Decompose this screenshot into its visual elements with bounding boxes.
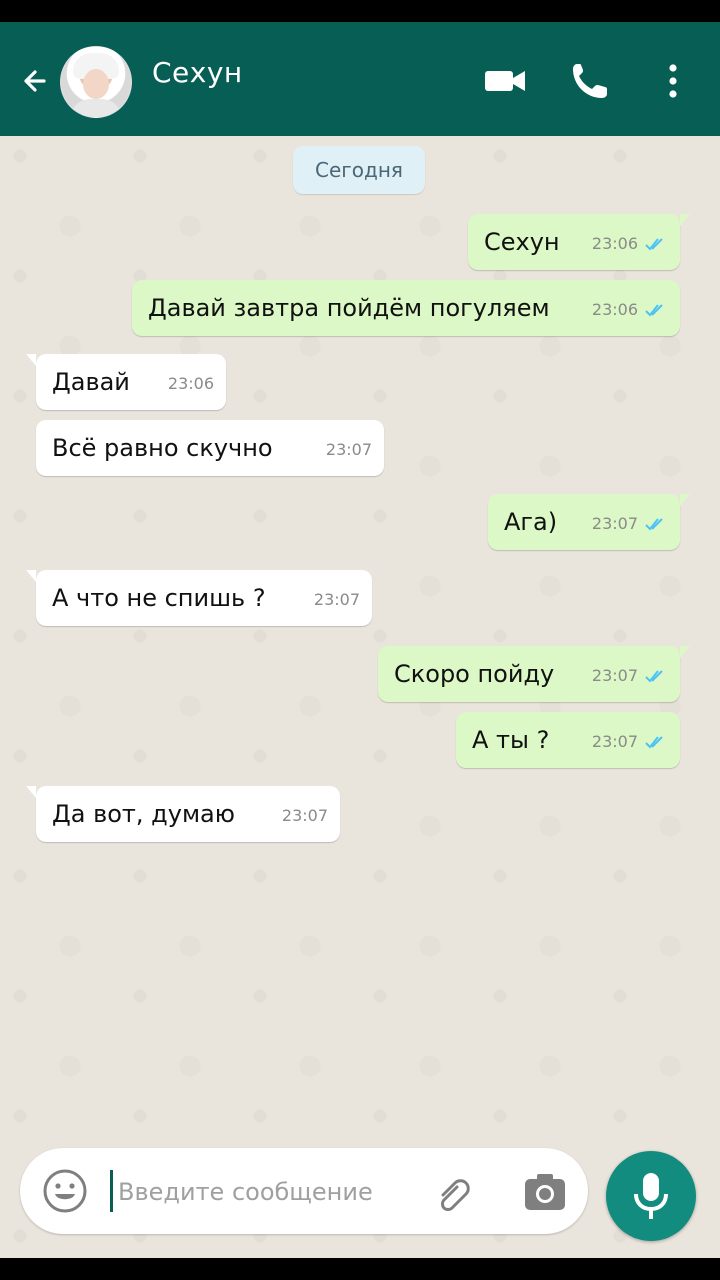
bubble-tail	[26, 570, 36, 582]
emoji-icon[interactable]	[40, 1166, 90, 1216]
phone-icon[interactable]	[567, 58, 613, 104]
mic-button[interactable]	[606, 1151, 696, 1241]
message-meta: 23:06	[592, 300, 668, 319]
message-bubble-outgoing[interactable]: Ага) 23:07	[488, 494, 690, 550]
navigation-bar	[0, 1258, 720, 1280]
message-bubble-outgoing[interactable]: А ты ? 23:07	[456, 712, 680, 768]
bubble-tail	[680, 494, 690, 506]
message-composer	[20, 1148, 588, 1234]
message-bubble-outgoing[interactable]: Скоро пойду 23:07	[378, 646, 690, 702]
message-meta: 23:06	[592, 234, 668, 253]
message-meta: 23:07	[592, 666, 668, 685]
video-call-icon[interactable]	[482, 58, 528, 104]
double-check-icon	[645, 735, 663, 748]
message-time: 23:07	[591, 666, 638, 685]
bubble-tail	[26, 786, 36, 798]
mic-icon	[634, 1173, 668, 1219]
double-check-icon	[645, 669, 663, 682]
contact-name[interactable]: Сехун	[152, 56, 243, 89]
chat-header: Сехун	[0, 22, 720, 136]
paperclip-icon[interactable]	[430, 1170, 476, 1216]
message-time: 23:07	[591, 514, 638, 533]
back-arrow-icon[interactable]	[16, 62, 54, 100]
message-time: 23:07	[325, 440, 372, 459]
message-text: Сехун	[484, 228, 560, 256]
message-time: 23:07	[591, 732, 638, 751]
message-meta: 23:07	[314, 590, 360, 609]
message-bubble-incoming[interactable]: Давай 23:06	[26, 354, 226, 410]
more-vert-icon[interactable]	[650, 58, 696, 104]
message-meta: 23:07	[282, 806, 328, 825]
message-meta: 23:07	[592, 732, 668, 751]
message-bubble-outgoing[interactable]: Сехун 23:06	[468, 214, 690, 270]
message-time: 23:07	[313, 590, 360, 609]
message-bubble-incoming[interactable]: А что не спишь ? 23:07	[26, 570, 372, 626]
message-text: Скоро пойду	[394, 660, 555, 688]
double-check-icon	[645, 237, 663, 250]
message-time: 23:07	[281, 806, 328, 825]
chat-area[interactable]: Сегодня Сехун 23:06 Давай завтра пойдём …	[0, 136, 720, 1258]
double-check-icon	[645, 303, 663, 316]
message-time: 23:06	[167, 374, 214, 393]
avatar-shirt	[69, 99, 123, 117]
message-text: Да вот, думаю	[52, 800, 235, 828]
bubble-tail	[680, 214, 690, 226]
camera-icon[interactable]	[522, 1170, 568, 1214]
date-chip: Сегодня	[293, 146, 425, 194]
message-meta: 23:06	[168, 374, 214, 393]
text-cursor	[110, 1170, 113, 1212]
message-meta: 23:07	[326, 440, 372, 459]
avatar[interactable]	[60, 46, 132, 118]
message-text: Всё равно скучно	[52, 434, 273, 462]
message-bubble-incoming[interactable]: Да вот, думаю 23:07	[26, 786, 340, 842]
message-text: Давай завтра пойдём погуляем	[148, 294, 550, 322]
message-text: А что не спишь ?	[52, 584, 266, 612]
avatar-face	[83, 69, 109, 99]
message-text: А ты ?	[472, 726, 550, 754]
message-text: Давай	[52, 368, 130, 396]
double-check-icon	[645, 517, 663, 530]
bubble-tail	[680, 646, 690, 658]
message-text: Ага)	[504, 508, 558, 536]
bubble-tail	[26, 354, 36, 366]
message-bubble-outgoing[interactable]: Давай завтра пойдём погуляем 23:06	[132, 280, 680, 336]
message-bubble-incoming[interactable]: Всё равно скучно 23:07	[36, 420, 384, 476]
message-time: 23:06	[591, 234, 638, 253]
status-bar	[0, 0, 720, 22]
message-meta: 23:07	[592, 514, 668, 533]
message-input[interactable]	[116, 1168, 420, 1216]
message-time: 23:06	[591, 300, 638, 319]
